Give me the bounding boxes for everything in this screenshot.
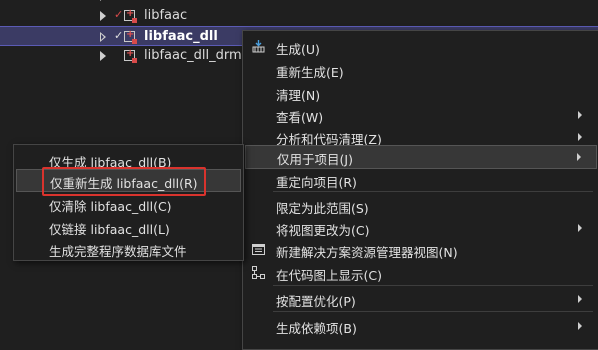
menu-item-show-on-code-map[interactable]: 在代码图上显示(C): [244, 261, 598, 284]
menu-item-change-view-to[interactable]: 将视图更改为(C): [244, 216, 598, 239]
submenu-item-link-only[interactable]: 仅链接 libfaac_dll(L): [15, 215, 243, 238]
expand-arrow-icon[interactable]: [100, 11, 106, 21]
submenu-item-full-pdb[interactable]: 生成完整程序数据库文件: [15, 237, 243, 260]
submenu-arrow-icon: [578, 322, 582, 330]
menu-item-clean[interactable]: 清理(N): [244, 81, 598, 104]
submenu-arrow-icon: [578, 133, 582, 141]
cpp-project-icon: [124, 29, 137, 44]
tree-row-libfaac[interactable]: ✓ libfaac: [0, 6, 598, 26]
submenu-arrow-icon: [578, 111, 582, 119]
build-icon: [252, 40, 265, 53]
menu-separator: [273, 191, 593, 192]
expand-arrow-icon[interactable]: [100, 51, 106, 61]
submenu-arrow-icon: [578, 295, 582, 303]
checkmark-icon: ✓: [114, 8, 124, 21]
menu-item-project-only[interactable]: 仅用于项目(J): [245, 145, 597, 169]
menu-item-new-explorer-view[interactable]: 新建解决方案资源管理器视图(N): [244, 238, 598, 261]
menu-item-build[interactable]: 生成(U): [244, 35, 598, 58]
expand-arrow-icon[interactable]: [100, 0, 106, 1]
highlight-annotation-box: [42, 167, 206, 196]
menu-item-rebuild[interactable]: 重新生成(E): [244, 58, 598, 81]
menu-item-profile-guided[interactable]: 按配置优化(P): [244, 287, 598, 310]
menu-item-scope-to-this[interactable]: 限定为此范围(S): [244, 194, 598, 217]
code-map-icon: [252, 266, 265, 279]
menu-item-retarget[interactable]: 重定向项目(R): [244, 168, 598, 191]
cpp-project-icon: [124, 48, 137, 63]
submenu-arrow-icon: [578, 224, 582, 232]
menu-separator: [273, 285, 593, 286]
checkmark-icon: ✓: [114, 29, 124, 42]
project-only-submenu: 仅生成 libfaac_dll(B) 仅重新生成 libfaac_dll(R) …: [13, 144, 244, 261]
menu-separator: [273, 311, 593, 312]
menu-item-view[interactable]: 查看(W): [244, 103, 598, 126]
tree-item-label: libfaac_dll_drm: [144, 48, 242, 63]
collapse-arrow-icon[interactable]: [100, 32, 106, 42]
menu-item-build-dependencies[interactable]: 生成依赖项(B): [244, 314, 598, 337]
cpp-project-icon: [124, 8, 137, 23]
tree-item-label: libfaac: [144, 8, 188, 23]
new-window-icon: [252, 244, 265, 255]
submenu-arrow-icon: [577, 153, 581, 161]
tree-item-label: libfaac_dll: [144, 29, 218, 44]
project-context-menu: 生成(U) 重新生成(E) 清理(N) 查看(W) 分析和代码清理(Z) 仅用于…: [242, 30, 598, 350]
